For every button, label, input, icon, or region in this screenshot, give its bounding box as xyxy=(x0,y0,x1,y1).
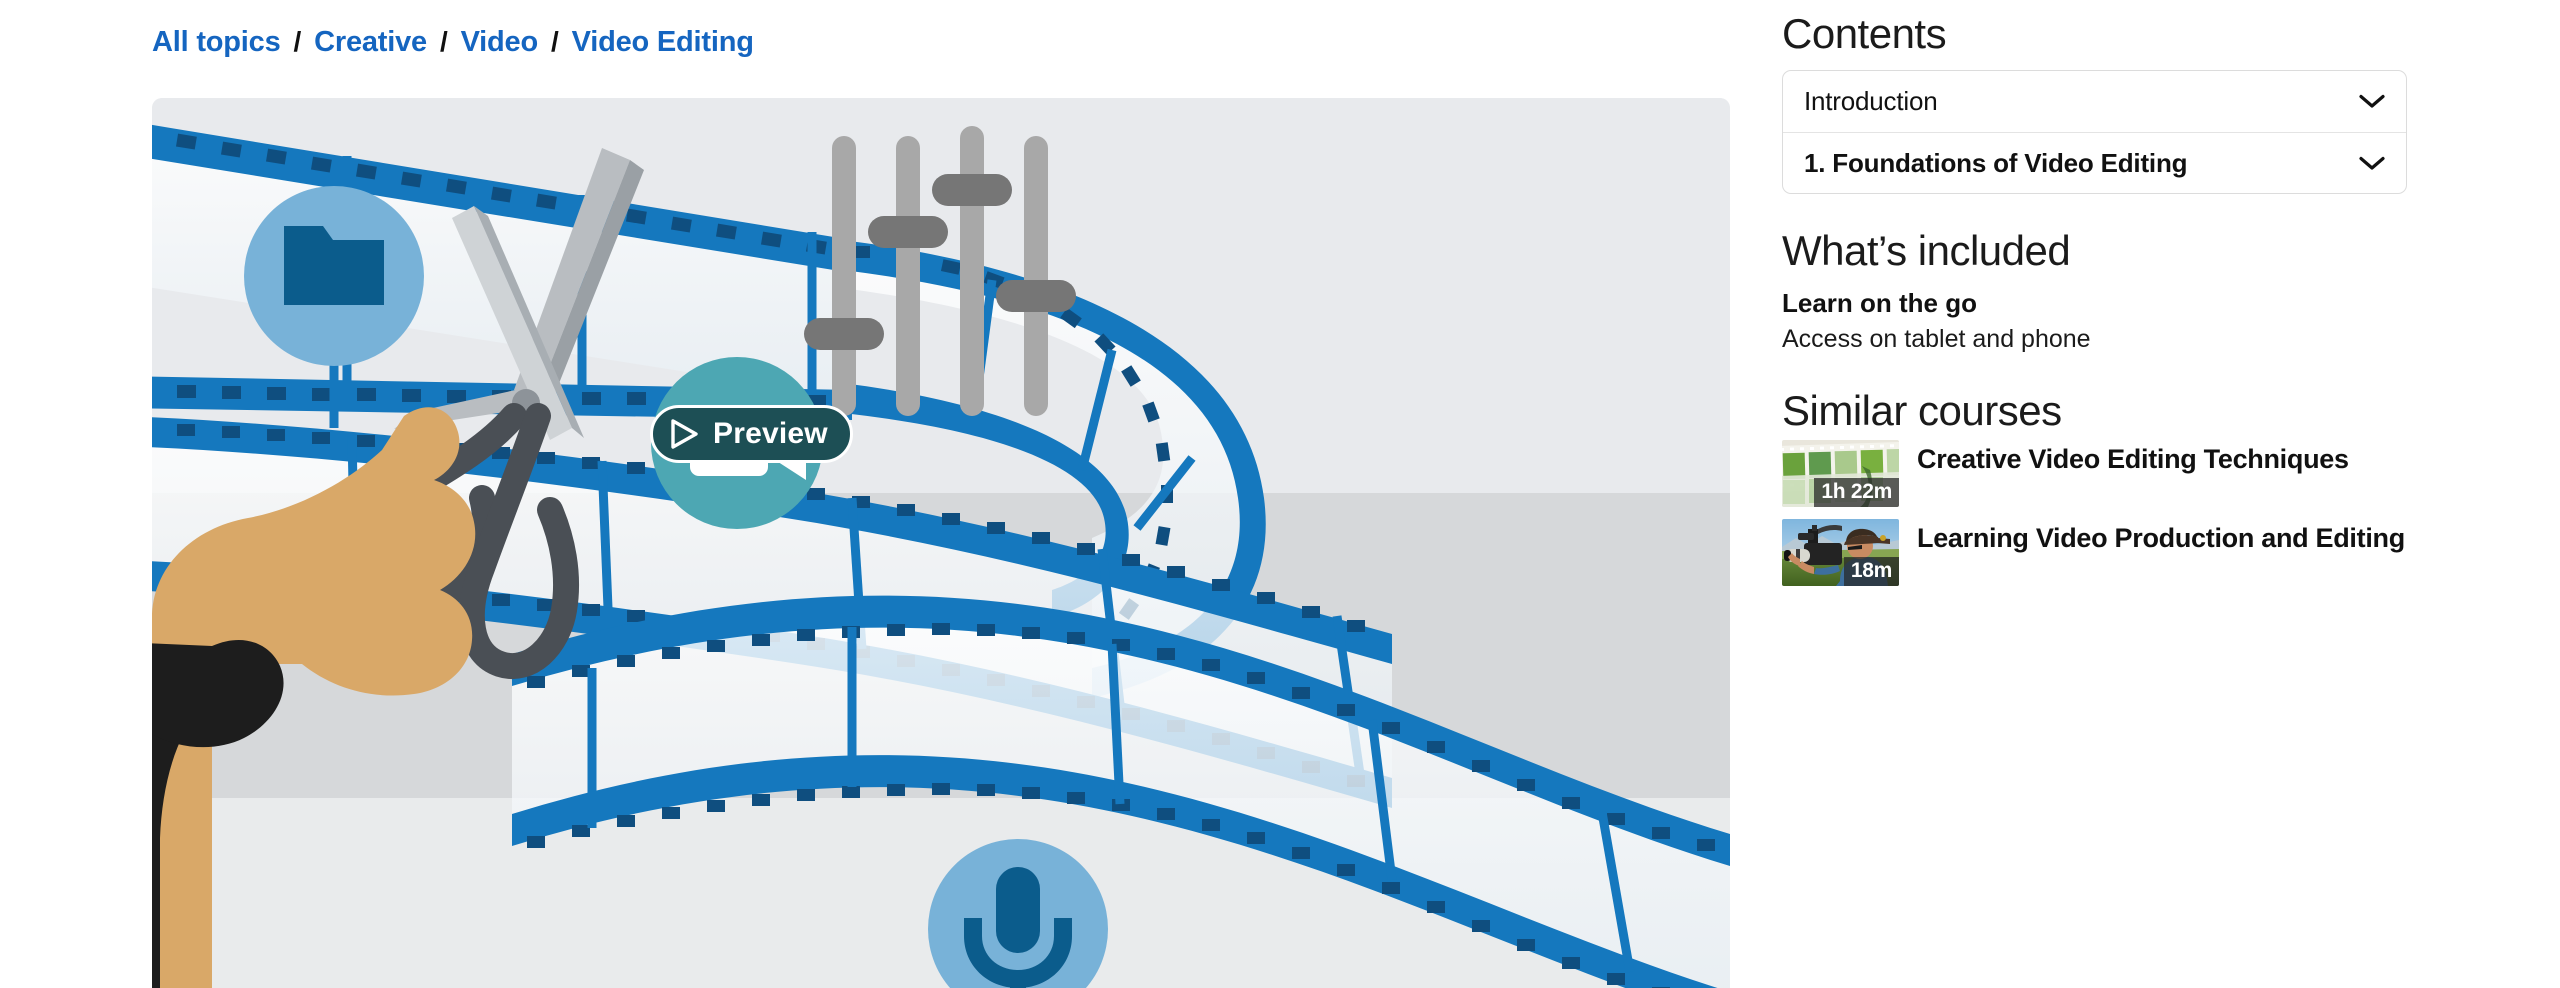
breadcrumb-item-creative[interactable]: Creative xyxy=(314,26,427,59)
preview-button[interactable]: Preview xyxy=(650,405,853,463)
accordion-section-introduction[interactable]: Introduction xyxy=(1783,71,2406,132)
breadcrumb: All topics / Creative / Video / Video Ed… xyxy=(152,20,754,64)
breadcrumb-item-video-editing[interactable]: Video Editing xyxy=(572,26,754,59)
similar-course-item[interactable]: 1h 22m Creative Video Editing Techniques xyxy=(1782,440,2422,507)
course-page: All topics / Creative / Video / Video Ed… xyxy=(0,0,2560,988)
duration-badge: 1h 22m xyxy=(1814,477,1899,507)
similar-courses-list: 1h 22m Creative Video Editing Techniques xyxy=(1782,440,2422,598)
course-title: Learning Video Production and Editing xyxy=(1917,523,2405,553)
preview-label: Preview xyxy=(713,417,828,450)
course-title: Creative Video Editing Techniques xyxy=(1917,444,2349,474)
similar-course-item[interactable]: 18m Learning Video Production and Editin… xyxy=(1782,519,2422,586)
accordion-section-label: 1. Foundations of Video Editing xyxy=(1804,147,2188,178)
breadcrumb-item-video[interactable]: Video xyxy=(461,26,539,59)
accordion-section-label: Introduction xyxy=(1804,86,1938,116)
course-thumbnail[interactable]: 18m xyxy=(1782,519,1899,586)
duration-badge: 18m xyxy=(1843,556,1899,586)
feature-heading: Learn on the go xyxy=(1782,288,1977,318)
course-sidebar: Contents Introduction 1. Foundations of … xyxy=(1782,0,2462,988)
breadcrumb-separator: / xyxy=(293,26,302,57)
contents-accordion: Introduction 1. Foundations of Video Edi… xyxy=(1782,70,2407,194)
main-content-column: All topics / Creative / Video / Video Ed… xyxy=(0,0,1760,988)
breadcrumb-separator: / xyxy=(551,26,559,57)
breadcrumb-separator: / xyxy=(439,26,448,57)
whats-included-heading: What’s included xyxy=(1782,227,2071,274)
chevron-down-icon xyxy=(2359,94,2385,108)
contents-heading: Contents xyxy=(1782,10,1947,57)
chevron-down-icon xyxy=(2359,156,2385,170)
course-hero-illustration[interactable]: Preview xyxy=(152,98,1730,988)
play-icon xyxy=(671,419,698,449)
accordion-section-foundations-of-video-editing[interactable]: 1. Foundations of Video Editing xyxy=(1783,132,2406,193)
breadcrumb-item-all-topics[interactable]: All topics xyxy=(152,26,281,59)
filmstrip-illustration xyxy=(152,98,1730,988)
course-thumbnail[interactable]: 1h 22m xyxy=(1782,440,1899,507)
similar-courses-heading: Similar courses xyxy=(1782,387,2062,434)
feature-detail: Access on tablet and phone xyxy=(1782,325,2091,353)
